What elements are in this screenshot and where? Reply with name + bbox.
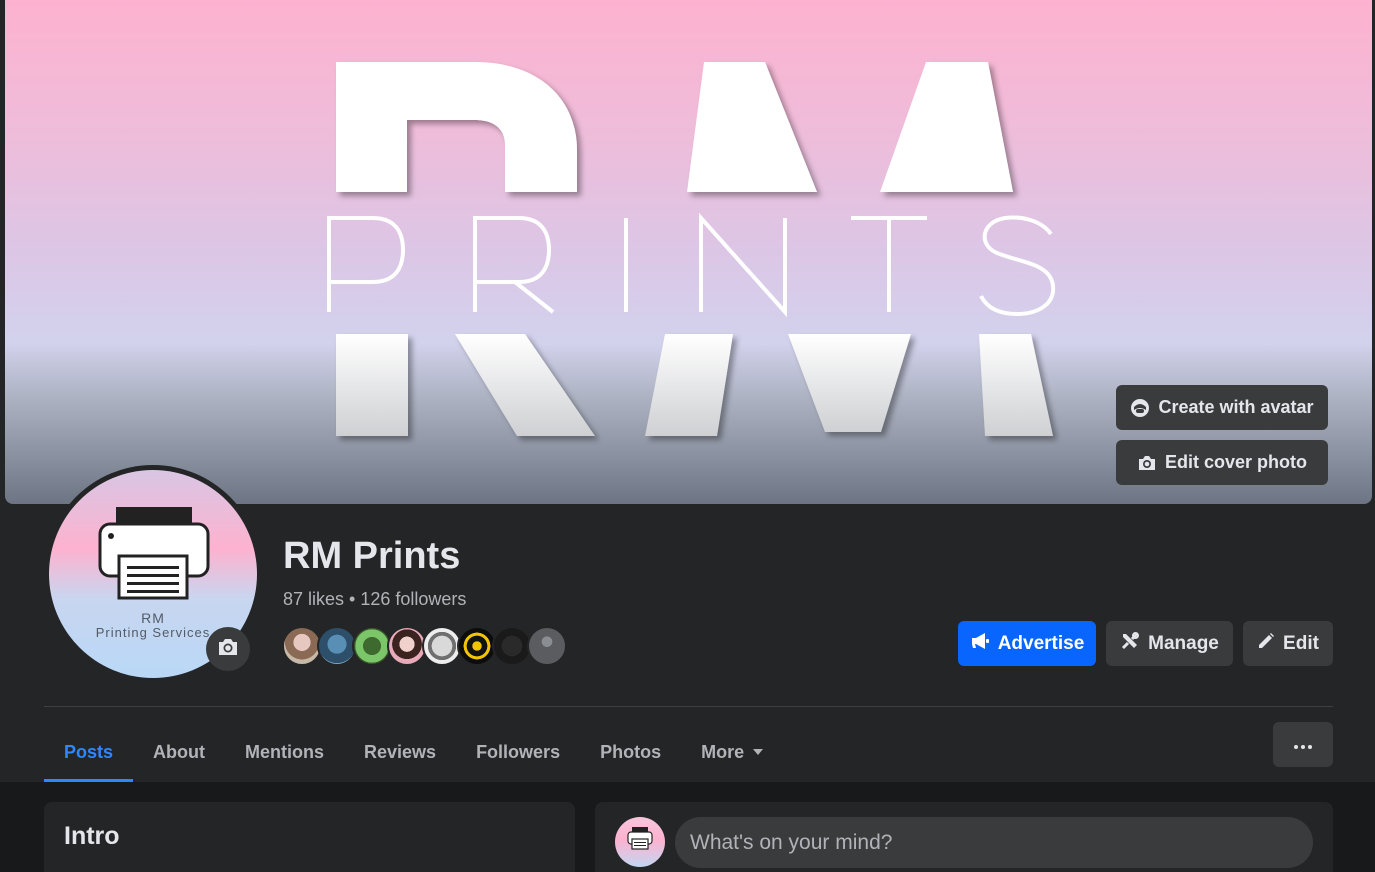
tab-followers[interactable]: Followers [456,722,580,782]
follower-avatar[interactable] [422,626,462,666]
follower-faces[interactable] [282,626,567,666]
manage-label: Manage [1148,632,1219,654]
page-stats[interactable]: 87 likes • 126 followers [283,589,466,610]
tools-icon [1120,631,1140,657]
tab-more-label: More [701,741,745,762]
page-title: RM Prints [283,535,461,577]
edit-cover-photo-button[interactable]: Edit cover photo [1116,440,1328,485]
header-divider [44,706,1333,707]
ellipsis-icon [1294,736,1312,754]
avatar-logo-title: RM [141,610,165,626]
intro-title: Intro [64,822,120,850]
intro-card: Intro [44,802,575,872]
create-with-avatar-button[interactable]: Create with avatar [1116,385,1328,430]
printer-icon [627,827,653,850]
tab-posts[interactable]: Posts [44,722,134,782]
tab-reviews[interactable]: Reviews [344,722,456,782]
caret-down-icon [753,749,764,755]
tab-mentions[interactable]: Mentions [225,722,344,782]
camera-icon [217,637,239,662]
edit-cover-photo-label: Edit cover photo [1164,452,1307,472]
page-tabs: Posts About Mentions Reviews Followers P… [44,722,783,782]
follower-avatar[interactable] [352,626,392,666]
update-profile-picture-button[interactable] [206,627,250,671]
follower-avatar[interactable] [317,626,357,666]
tab-photos[interactable]: Photos [580,722,681,782]
advertise-label: Advertise [997,632,1085,654]
follower-avatar[interactable] [282,626,322,666]
follower-avatar[interactable] [387,626,427,666]
whats-on-your-mind-input[interactable]: What's on your mind? [675,817,1313,868]
tab-more[interactable]: More [681,722,783,782]
advertise-button[interactable]: Advertise [958,621,1096,666]
camera-icon [1137,453,1157,473]
avatar-icon [1130,398,1150,418]
follower-avatar[interactable] [457,626,497,666]
follower-avatar[interactable] [527,626,567,666]
edit-button[interactable]: Edit [1243,621,1333,666]
megaphone-icon [970,632,990,656]
post-composer: What's on your mind? [595,802,1333,872]
follower-avatar[interactable] [492,626,532,666]
composer-avatar[interactable] [615,817,665,867]
pencil-icon [1257,632,1275,656]
create-with-avatar-label: Create with avatar [1158,397,1314,417]
more-options-button[interactable] [1273,722,1333,767]
manage-button[interactable]: Manage [1106,621,1233,666]
edit-label: Edit [1283,632,1319,654]
tab-about[interactable]: About [133,722,225,782]
